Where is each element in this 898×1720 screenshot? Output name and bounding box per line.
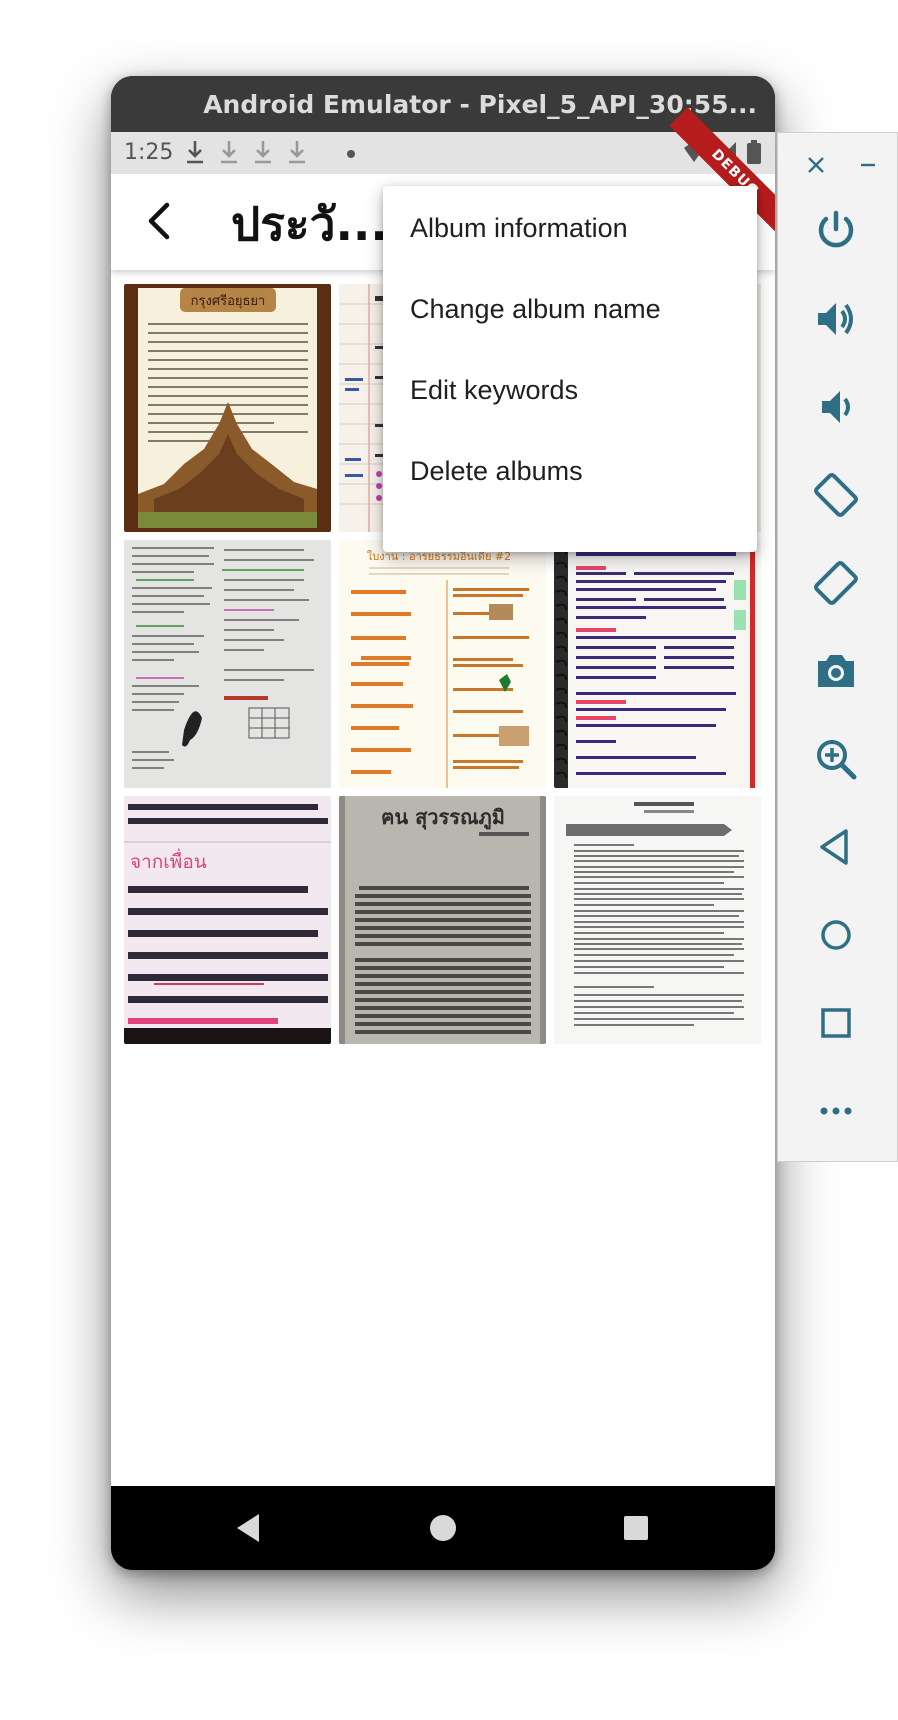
pink-text-photo-image: จากเพื่อน (124, 796, 331, 1044)
emulator-window: Android Emulator - Pixel_5_API_30:55... … (111, 76, 775, 1570)
photo-thumbnail[interactable] (124, 540, 331, 788)
app-screen: ประวั... กรุงศรีอยุธยา ใบงาน: อารยธรรมอ… (111, 174, 775, 1486)
android-nav-bar (111, 1486, 775, 1570)
status-bar: 1:25 DEBUG (111, 107, 775, 239)
page-title: ประวั... (231, 197, 388, 251)
overview-icon[interactable] (812, 999, 860, 1047)
photo-thumbnail[interactable] (554, 540, 761, 788)
photo-thumbnail[interactable]: ฅน สุวรรณภูมิ (339, 796, 546, 1044)
notification-dot-icon (347, 150, 355, 158)
thumb-heading: กรุงศรีอยุธยา (191, 293, 266, 309)
book-page-image: ฅน สุวรรณภูมิ (339, 796, 546, 1044)
download-icon (221, 141, 237, 164)
volume-up-icon[interactable] (812, 295, 860, 343)
window-title: Android Emulator - Pixel_5_API_30:55... (203, 89, 757, 119)
album-options-menu: Album information Change album name Edit… (383, 186, 757, 552)
battery-icon (747, 140, 761, 164)
emulator-side-toolbar (777, 132, 898, 1162)
menu-item-edit-keywords[interactable]: Edit keywords (383, 350, 757, 431)
menu-item-change-album-name[interactable]: Change album name (383, 269, 757, 350)
printed-document-image (554, 796, 761, 1044)
worksheet-image: ใบงาน : อารยธรรมอินเดีย #2 (339, 540, 546, 788)
photo-thumbnail[interactable] (554, 796, 761, 1044)
download-icon (255, 141, 271, 164)
spiral-notebook-image (554, 540, 761, 788)
back-arrow-icon[interactable] (135, 196, 185, 246)
thumb-heading: ฅน สุวรรณภูมิ (381, 805, 505, 831)
download-icon (289, 141, 305, 164)
back-icon[interactable] (812, 823, 860, 871)
status-time: 1:25 (124, 140, 174, 165)
ayutthaya-poster-image: กรุงศรีอยุธยา (124, 284, 331, 532)
photo-thumbnail[interactable]: กรุงศรีอยุธยา (124, 284, 331, 532)
camera-icon[interactable] (812, 647, 860, 695)
nav-overview-icon[interactable] (616, 1508, 656, 1548)
close-icon[interactable] (806, 155, 826, 175)
zoom-icon[interactable] (812, 735, 860, 783)
minimize-icon[interactable] (858, 155, 878, 175)
menu-item-delete-albums[interactable]: Delete albums (383, 431, 757, 512)
home-icon[interactable] (812, 911, 860, 959)
rotate-left-icon[interactable] (812, 471, 860, 519)
rotate-right-icon[interactable] (812, 559, 860, 607)
volume-down-icon[interactable] (812, 383, 860, 431)
thumb-heading: จากเพื่อน (130, 848, 207, 873)
nav-back-icon[interactable] (229, 1508, 269, 1548)
power-icon[interactable] (812, 207, 860, 255)
photo-thumbnail[interactable]: ใบงาน : อารยธรรมอินเดีย #2 (339, 540, 546, 788)
download-icon (187, 141, 203, 164)
menu-item-album-information[interactable]: Album information (383, 188, 757, 269)
nav-home-icon[interactable] (423, 1508, 463, 1548)
more-icon[interactable] (812, 1087, 860, 1135)
handwritten-notes-image (124, 540, 331, 788)
photo-thumbnail[interactable]: จากเพื่อน (124, 796, 331, 1044)
